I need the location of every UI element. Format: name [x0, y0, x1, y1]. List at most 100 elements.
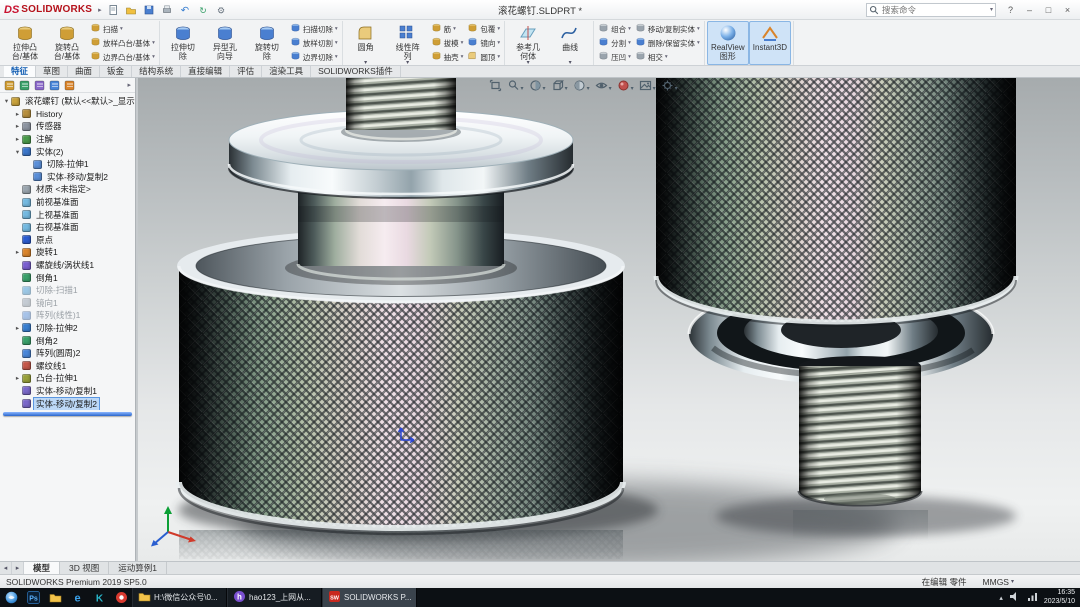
save-button[interactable] [142, 2, 157, 17]
panel-expand-icon[interactable]: ▸ [127, 81, 131, 89]
tree-item-16[interactable]: 镜向1 [0, 297, 135, 310]
edit-appearance-button[interactable]: ▾ [615, 80, 636, 96]
tree-item-21[interactable]: 螺纹线1 [0, 359, 135, 372]
units-selector[interactable]: MMGS ▾ [983, 577, 1014, 587]
ribbon-button-extrude-cut[interactable]: 拉伸切除 [162, 21, 204, 65]
expander-icon[interactable]: ▸ [13, 110, 22, 118]
tree-item-20[interactable]: 阵列(圆周)2 [0, 347, 135, 360]
expander-icon[interactable]: ▸ [13, 248, 22, 256]
model-tab[interactable]: 模型 [24, 562, 60, 574]
propertymanager-tab-icon[interactable] [19, 80, 30, 91]
expander-icon[interactable]: ▸ [13, 324, 22, 332]
tree-item-14[interactable]: 倒角1 [0, 271, 135, 284]
ribbon-button-shell[interactable]: 抽壳▾ [429, 50, 466, 64]
rollback-bar[interactable] [3, 412, 132, 416]
close-button[interactable]: × [1059, 2, 1076, 17]
tree-item-2[interactable]: ▸传感器 [0, 120, 135, 133]
tree-item-15[interactable]: 切除-扫描1 [0, 284, 135, 297]
model-tab[interactable]: 3D 视图 [60, 562, 109, 574]
taskbar-clock[interactable]: 16:352023/5/10 [1044, 589, 1075, 606]
tree-item-8[interactable]: 前视基准面 [0, 196, 135, 209]
tab-ribbon[interactable]: SOLIDWORKS插件 [311, 66, 401, 77]
tree-item-3[interactable]: ▸注解 [0, 133, 135, 146]
tab-ribbon[interactable]: 结构系统 [132, 66, 181, 77]
tree-item-5[interactable]: 切除-拉伸1 [0, 158, 135, 171]
volume-icon[interactable] [1008, 590, 1021, 605]
tab-active-ribbon[interactable]: 特征 [4, 66, 36, 77]
tab-ribbon[interactable]: 渲染工具 [262, 66, 311, 77]
ribbon-button-reference-geometry[interactable]: 参考几何体▾ [507, 21, 549, 65]
tree-item-18[interactable]: ▸切除-拉伸2 [0, 322, 135, 335]
displaymanager-tab-icon[interactable] [64, 80, 75, 91]
network-icon[interactable] [1026, 590, 1039, 605]
rebuild-button[interactable]: ↻ [196, 2, 211, 17]
app-red-taskbar-icon[interactable] [110, 588, 132, 607]
menu-expand-caret-icon[interactable]: ▸ [98, 6, 102, 14]
ribbon-button-dome[interactable]: 圆顶▾ [465, 50, 502, 64]
zoom-fit-button[interactable] [487, 80, 504, 96]
expander-icon[interactable]: ▸ [13, 122, 22, 130]
ribbon-button-boundary[interactable]: 边界凸台/基体▾ [88, 50, 157, 64]
view-settings-button[interactable]: ▾ [659, 80, 680, 96]
tree-item-22[interactable]: ▸凸台-拉伸1 [0, 372, 135, 385]
tree-item-23[interactable]: 实体-移动/复制1 [0, 385, 135, 398]
scroll-right-icon[interactable]: ▸ [12, 562, 24, 574]
tab-ribbon[interactable]: 草图 [36, 66, 68, 77]
taskbar-window-button[interactable]: H:\微信公众号\0... [132, 588, 227, 607]
new-button[interactable] [106, 2, 121, 17]
ribbon-button-indent[interactable]: 压凹▾ [596, 50, 633, 64]
tree-item-6[interactable]: 实体-移动/复制2 [0, 171, 135, 184]
open-button[interactable] [124, 2, 139, 17]
tree-item-7[interactable]: 材质 <未指定> [0, 183, 135, 196]
tree-item-19[interactable]: 倒角2 [0, 334, 135, 347]
configurationmanager-tab-icon[interactable] [34, 80, 45, 91]
left-thumbscrew[interactable] [177, 78, 625, 534]
tab-ribbon[interactable]: 评估 [230, 66, 262, 77]
ribbon-button-hole-wizard[interactable]: 异型孔向导 [204, 21, 246, 65]
ribbon-button-revolve-cut[interactable]: 旋转切除 [246, 21, 288, 65]
app-k-taskbar-icon[interactable]: K [88, 588, 110, 607]
apply-scene-button[interactable]: ▾ [637, 80, 658, 96]
tab-ribbon[interactable]: 直接编辑 [181, 66, 230, 77]
tree-item-11[interactable]: 原点 [0, 234, 135, 247]
taskbar-window-button[interactable]: hhao123_上网从... [227, 588, 322, 607]
ribbon-button-boundary-cut[interactable]: 边界切除▾ [288, 50, 340, 64]
ribbon-button-realview[interactable]: RealView图形 [707, 21, 749, 65]
tree-item-10[interactable]: 右视基准面 [0, 221, 135, 234]
print-button[interactable] [160, 2, 175, 17]
start-button[interactable] [0, 588, 22, 607]
ribbon-button-linear-pattern[interactable]: 线性阵列▾ [387, 21, 429, 65]
tab-ribbon[interactable]: 曲面 [68, 66, 100, 77]
tree-item-9[interactable]: 上视基准面 [0, 208, 135, 221]
ribbon-button-revolve-boss[interactable]: 旋转凸台/基体 [46, 21, 88, 65]
ribbon-button-fillet[interactable]: 圆角▾ [345, 21, 387, 65]
featuremanager-tab-icon[interactable] [4, 80, 15, 91]
zoom-area-button[interactable]: ▾ [505, 80, 526, 96]
minimize-button[interactable]: – [1021, 2, 1038, 17]
expander-icon[interactable]: ▸ [13, 374, 22, 382]
tab-ribbon[interactable]: 钣金 [100, 66, 132, 77]
tree-item-1[interactable]: ▸History [0, 108, 135, 121]
ribbon-button-intersect[interactable]: 相交▾ [633, 50, 702, 64]
maximize-button[interactable]: □ [1040, 2, 1057, 17]
photoshop-taskbar-icon[interactable]: Ps [22, 588, 44, 607]
tray-expand-icon[interactable]: ▴ [999, 594, 1003, 602]
explorer-taskbar-icon[interactable] [44, 588, 66, 607]
ribbon-button-extrude-boss[interactable]: 拉伸凸台/基体 [4, 21, 46, 65]
dimxpertmanager-tab-icon[interactable] [49, 80, 60, 91]
tree-item-12[interactable]: ▸旋转1 [0, 246, 135, 259]
ribbon-button-instant3d[interactable]: Instant3D [749, 21, 791, 65]
section-view-button[interactable]: ▾ [527, 80, 548, 96]
tree-item-4[interactable]: ▾实体(2) [0, 145, 135, 158]
tree-item-24[interactable]: 实体-移动/复制2 [0, 397, 135, 410]
hide-show-items-button[interactable]: ▾ [593, 80, 614, 96]
expander-icon[interactable]: ▾ [2, 97, 11, 105]
help-button[interactable]: ? [1002, 2, 1019, 17]
tree-item-13[interactable]: 螺旋线/涡状线1 [0, 259, 135, 272]
tree-item-0[interactable]: ▾滚花螺钉 (默认<<默认>_显示状态 1>) [0, 95, 135, 108]
search-input[interactable] [866, 3, 996, 17]
edge-taskbar-icon[interactable]: e [66, 588, 88, 607]
display-style-button[interactable]: ▾ [571, 80, 592, 96]
options-button[interactable]: ⚙ [214, 2, 229, 17]
view-orientation-button[interactable]: ▾ [549, 80, 570, 96]
